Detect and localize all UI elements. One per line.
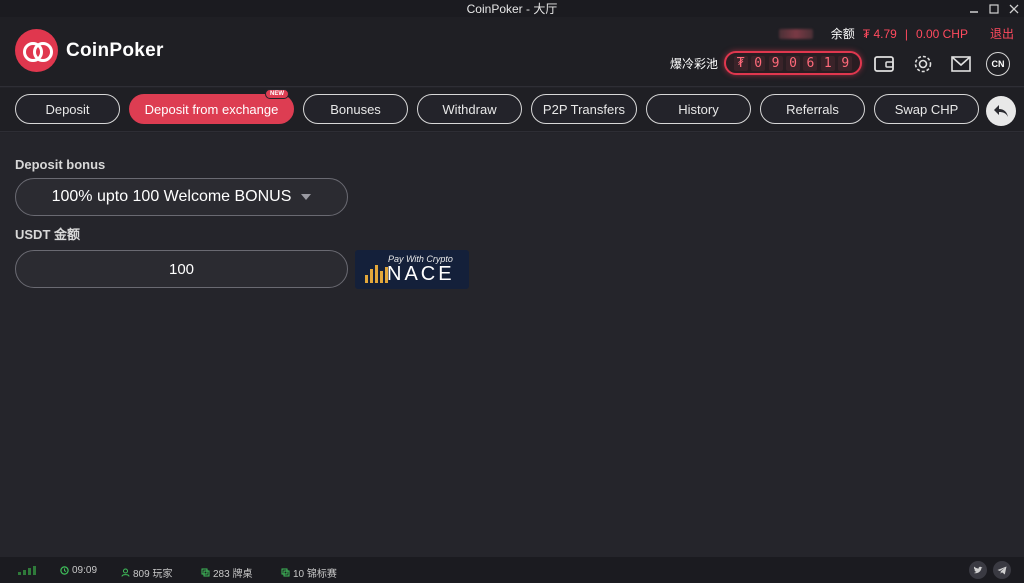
logout-link[interactable]: 退出 bbox=[990, 25, 1014, 42]
tab-referrals[interactable]: Referrals bbox=[760, 94, 865, 124]
jackpot: 爆冷彩池 ₮ 0 9 0 6 1 9 bbox=[670, 51, 863, 75]
tab-withdraw[interactable]: Withdraw bbox=[417, 94, 522, 124]
tab-label: Withdraw bbox=[442, 101, 497, 117]
status-players: 809 玩家 bbox=[121, 565, 172, 580]
status-tournaments: 10 锦标赛 bbox=[281, 565, 337, 580]
connection-signal-icon bbox=[18, 566, 36, 575]
maximize-icon[interactable] bbox=[988, 3, 1000, 15]
status-bar: 09:09 809 玩家 283 牌桌 10 锦标赛 bbox=[0, 557, 1024, 583]
jackpot-digit: 6 bbox=[803, 55, 818, 71]
balance-label: 余额 bbox=[830, 27, 855, 41]
deposit-bonus-value: 100% upto 100 Welcome BONUS bbox=[51, 188, 292, 205]
coinpoker-logo-icon bbox=[15, 29, 58, 72]
jackpot-counter[interactable]: ₮ 0 9 0 6 1 9 bbox=[724, 51, 863, 75]
coinpoker-logo[interactable]: CoinPoker bbox=[15, 29, 164, 72]
jackpot-digit: 9 bbox=[768, 55, 783, 71]
cashier-tabs: Deposit Deposit from exchange NEW Bonuse… bbox=[0, 88, 1024, 132]
telegram-icon[interactable] bbox=[993, 561, 1011, 579]
tables-value: 283 牌桌 bbox=[213, 569, 253, 580]
clock-icon bbox=[60, 566, 69, 575]
mail-icon[interactable] bbox=[948, 51, 974, 77]
tab-history[interactable]: History bbox=[646, 94, 751, 124]
tab-bonuses[interactable]: Bonuses bbox=[303, 94, 408, 124]
usdt-amount-input[interactable]: 100 bbox=[15, 250, 348, 288]
usdt-amount-label: USDT 金额 bbox=[15, 227, 81, 242]
wallet-icon[interactable] bbox=[871, 51, 897, 77]
back-arrow-icon bbox=[994, 105, 1008, 117]
gear-icon[interactable] bbox=[910, 51, 936, 77]
window-titlebar: CoinPoker - 大厅 bbox=[0, 0, 1024, 17]
tab-label: Bonuses bbox=[330, 101, 381, 117]
usdt-amount-value: 100 bbox=[168, 260, 195, 278]
tournaments-icon bbox=[281, 568, 290, 577]
tournaments-value: 10 锦标赛 bbox=[293, 569, 337, 580]
app-header: CoinPoker 余额 ₮ 4.79 | 0.00 CHP 退出 爆冷彩池 ₮… bbox=[0, 17, 1024, 87]
nace-wordmark: NACE bbox=[387, 263, 455, 285]
deposit-bonus-label: Deposit bonus bbox=[15, 157, 106, 172]
tables-icon bbox=[201, 568, 210, 577]
jackpot-currency: ₮ bbox=[733, 55, 748, 71]
deposit-bonus-select[interactable]: 100% upto 100 Welcome BONUS bbox=[15, 178, 348, 216]
nace-pay-button[interactable]: Pay With Crypto NACE bbox=[355, 250, 469, 289]
minimize-icon[interactable] bbox=[968, 3, 980, 15]
balance-bar: 余额 ₮ 4.79 | 0.00 CHP 退出 bbox=[778, 25, 1014, 42]
language-label: CN bbox=[986, 52, 1010, 76]
close-icon[interactable] bbox=[1008, 3, 1020, 15]
tab-label: Deposit bbox=[45, 101, 90, 117]
username-redacted bbox=[778, 28, 813, 39]
twitter-icon[interactable] bbox=[969, 561, 987, 579]
nace-logo-icon bbox=[365, 265, 388, 283]
new-badge: NEW bbox=[265, 89, 289, 99]
window-controls bbox=[968, 0, 1024, 17]
jackpot-digit: 0 bbox=[751, 55, 766, 71]
tab-label: Referrals bbox=[786, 101, 839, 117]
tab-label: P2P Transfers bbox=[542, 101, 626, 117]
balance-chp: 0.00 CHP bbox=[915, 26, 968, 41]
tab-deposit-from-exchange[interactable]: Deposit from exchange NEW bbox=[129, 89, 294, 124]
balance-separator: | bbox=[904, 26, 908, 41]
tab-deposit[interactable]: Deposit bbox=[15, 94, 120, 124]
jackpot-digit: 0 bbox=[785, 55, 800, 71]
jackpot-digit: 9 bbox=[838, 55, 853, 71]
players-value: 809 玩家 bbox=[133, 569, 173, 580]
window-title: CoinPoker - 大厅 bbox=[466, 2, 558, 16]
tab-label: Deposit from exchange bbox=[144, 101, 279, 117]
tab-label: Swap CHP bbox=[894, 101, 959, 117]
jackpot-label: 爆冷彩池 bbox=[670, 56, 719, 71]
chevron-down-icon bbox=[301, 194, 312, 200]
logo-text: CoinPoker bbox=[66, 39, 164, 61]
status-time: 09:09 bbox=[60, 565, 97, 576]
tab-label: History bbox=[678, 101, 719, 117]
tab-swap-chp[interactable]: Swap CHP bbox=[874, 94, 979, 124]
back-button[interactable] bbox=[986, 96, 1016, 126]
deposit-from-exchange-panel: Deposit bonus 100% upto 100 Welcome BONU… bbox=[0, 133, 1024, 557]
balance-token: ₮ 4.79 bbox=[862, 26, 897, 41]
jackpot-digit: 1 bbox=[820, 55, 835, 71]
tab-p2p-transfers[interactable]: P2P Transfers bbox=[531, 94, 637, 124]
language-button[interactable]: CN bbox=[985, 51, 1011, 77]
status-tables: 283 牌桌 bbox=[201, 565, 252, 580]
players-icon bbox=[121, 568, 130, 577]
time-value: 09:09 bbox=[72, 565, 98, 576]
